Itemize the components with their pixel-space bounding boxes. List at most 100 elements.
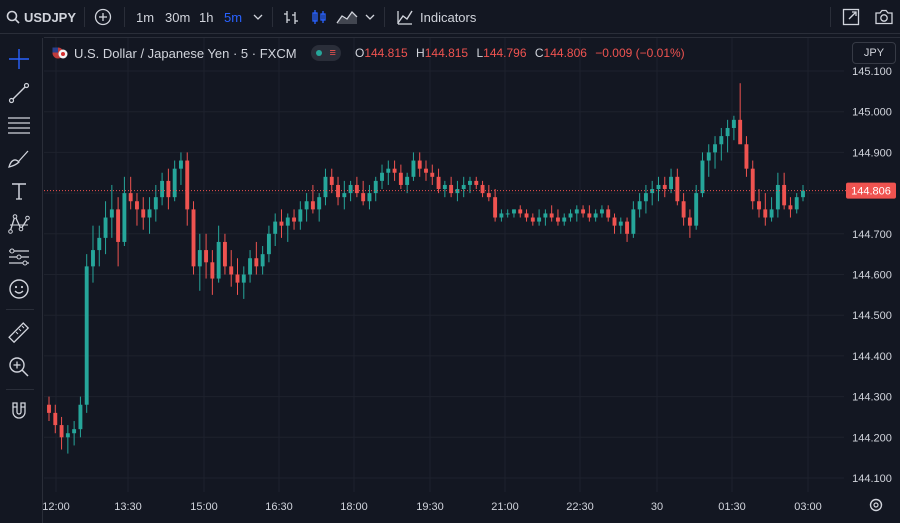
candle-body [731,119,736,128]
open-value: 144.815 [364,46,408,60]
candle [84,254,89,413]
candle-body [285,217,290,226]
candle-body [744,144,749,169]
candle-body [430,172,435,177]
candle-body [367,193,372,202]
candle-body [625,221,630,234]
currency-button[interactable]: JPY [852,42,896,64]
candle-body [304,201,309,210]
x-tick-label: 30 [651,501,663,513]
candle-body [581,209,586,214]
candle-body [78,404,83,430]
x-tick-label: 22:30 [566,501,594,513]
candle-body [468,180,472,185]
candle-body [153,197,158,210]
candle-body [235,274,240,283]
candle-body [524,213,529,218]
market-status-pill[interactable]: ≡ [310,45,341,61]
candle-body [593,213,598,218]
candle-body [84,266,89,405]
candle-body [53,412,58,426]
candle-body [769,209,774,218]
x-tick-label: 03:00 [794,501,822,513]
candle-body [518,209,523,214]
candle-body [738,119,743,145]
open-label: O [354,46,365,60]
candle-body [279,221,284,226]
candle-body [47,404,51,413]
candle-body [122,193,127,242]
candle-body [103,217,108,238]
candle-body [719,136,724,145]
market-open-dot [315,50,322,56]
candle-body [480,184,485,194]
y-tick-label: 145.000 [852,107,892,119]
close-value: 144.806 [543,46,587,60]
candle-body [116,209,121,242]
flag-icon [52,46,68,60]
candle-body [147,209,152,218]
candle-body [788,205,793,210]
candle-body [449,184,454,194]
candle-body [530,217,535,222]
candle-body [109,209,114,218]
candle-body [606,209,611,218]
candle-body [298,209,303,222]
candle-body [354,184,359,194]
candle-body [643,193,648,202]
candle-body [775,184,780,210]
candle-body [725,127,730,137]
y-tick-label: 144.100 [852,473,892,485]
candle-body [587,213,592,218]
candle-body [505,213,510,215]
y-tick-label: 144.300 [852,392,892,404]
candle-body [782,184,787,206]
candle-body [135,201,139,210]
candle-body [574,209,579,214]
candle-body [185,160,190,210]
candle-body [91,250,95,267]
x-tick-label: 18:00 [340,501,368,513]
candle-body [631,209,636,234]
candle-body [687,217,692,226]
change-value: −0.009 (−0.01%) [595,46,685,60]
candle-body [612,217,617,226]
candle-body [216,241,221,279]
candle-body [713,144,717,153]
candle-body [392,168,397,173]
candle [191,201,196,275]
candle-body [801,190,805,198]
candle-body [442,184,447,190]
candle-body [794,197,799,210]
x-tick-label: 16:30 [265,501,293,513]
candle-body [669,176,673,190]
candle-body [197,250,202,267]
candle-body [757,201,761,210]
candle-body [59,425,64,438]
candle-body [750,168,755,202]
candle-body [474,180,479,185]
candle-body [499,213,504,218]
equals-icon: ≡ [329,47,336,59]
candle-body [204,250,209,263]
chart-background [44,38,900,523]
candle-body [254,258,259,267]
candle-body [424,168,428,173]
candle-body [618,221,623,226]
candle-body [675,176,680,202]
x-tick-label: 21:00 [491,501,519,513]
candle-body [273,221,278,234]
candle-body [72,429,77,434]
candle-body [706,152,711,161]
price-chart[interactable]: 145.100145.000144.900144.800144.700144.6… [0,0,900,523]
candle-body [398,172,403,185]
x-tick-label: 19:30 [416,501,444,513]
candle-body [160,180,165,198]
x-tick-label: 12:00 [42,501,70,513]
candle-body [373,180,378,194]
x-tick-label: 15:00 [190,501,218,513]
candle-body [549,213,554,218]
y-tick-label: 144.200 [852,432,892,444]
symbol-title[interactable]: U.S. Dollar / Japanese Yen · 5 · FXCM [74,46,297,61]
candle-body [386,168,391,173]
